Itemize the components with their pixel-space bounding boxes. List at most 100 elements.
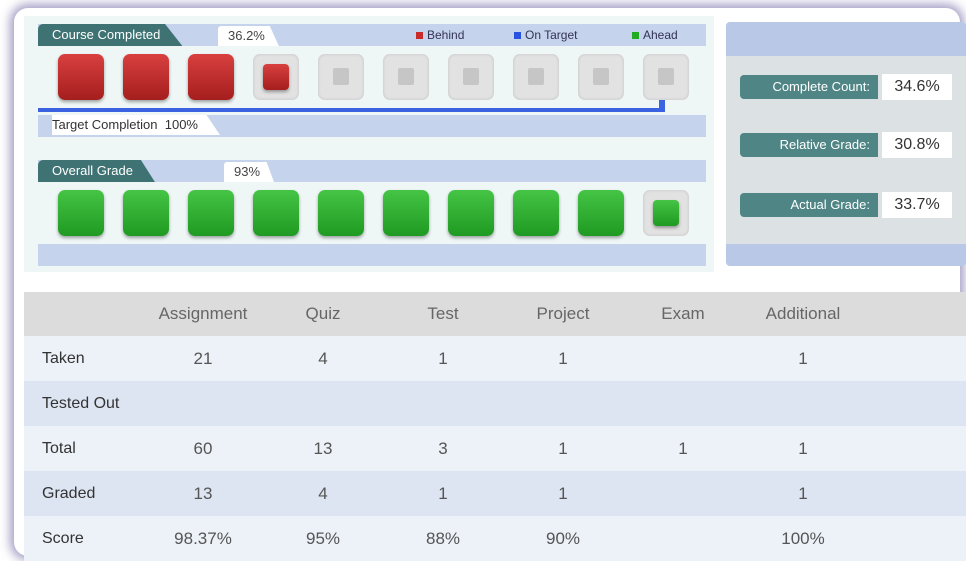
legend-ahead: Ahead [632, 28, 678, 42]
green-progress-block [253, 190, 299, 236]
green-progress-block [318, 190, 364, 236]
green-progress-block [448, 190, 494, 236]
table-cell [623, 381, 743, 426]
metric-relative-grade-value: 30.8% [882, 132, 952, 158]
column-header-assignment: Assignment [143, 292, 263, 336]
table-header-blank [24, 292, 143, 336]
target-completion-bar [38, 108, 663, 112]
legend-ahead-swatch [632, 32, 639, 40]
table-row-taken: Taken 21 4 1 1 1 [24, 336, 966, 381]
metrics-panel-header [726, 22, 966, 56]
table-header-row: Assignment Quiz Test Project Exam Additi… [24, 292, 966, 336]
table-cell: 95% [263, 516, 383, 561]
table-cell: 13 [263, 426, 383, 471]
table-cell [263, 381, 383, 426]
table-cell: 21 [143, 336, 263, 381]
table-cell: 1 [623, 426, 743, 471]
green-progress-block [123, 190, 169, 236]
green-progress-block [58, 190, 104, 236]
overall-grade-percent: 93% [224, 162, 275, 182]
legend-behind: Behind [416, 28, 464, 42]
metric-complete-count-label: Complete Count: [740, 75, 878, 99]
table-cell-spacer [863, 426, 966, 471]
overall-grade-section: Overall Grade 93% [38, 160, 706, 266]
column-header-project: Project [503, 292, 623, 336]
empty-progress-block [448, 54, 494, 100]
legend-on-target-swatch [514, 32, 521, 40]
overall-grade-footer [38, 244, 706, 266]
metric-actual-grade-value: 33.7% [882, 192, 952, 218]
green-partial-fill [653, 200, 679, 226]
partial-progress-block [253, 54, 299, 100]
metric-actual-grade-label: Actual Grade: [740, 193, 878, 217]
table-cell-spacer [863, 381, 966, 426]
table-cell [623, 336, 743, 381]
table-cell: 1 [743, 336, 863, 381]
table-cell-spacer [863, 516, 966, 561]
empty-progress-block [383, 54, 429, 100]
course-completed-percent: 36.2% [218, 26, 279, 46]
red-progress-block [188, 54, 234, 100]
green-progress-block [513, 190, 559, 236]
table-row-total: Total 60 13 3 1 1 1 [24, 426, 966, 471]
metrics-panel-footer [726, 244, 966, 266]
overall-grade-header: Overall Grade 93% [38, 160, 706, 182]
empty-progress-block [513, 54, 559, 100]
metric-actual-grade: Actual Grade: 33.7% [740, 192, 966, 218]
table-cell: 13 [143, 471, 263, 516]
table-cell [743, 381, 863, 426]
table-row-tested-out: Tested Out [24, 381, 966, 426]
empty-progress-block [318, 54, 364, 100]
table-cell: 60 [143, 426, 263, 471]
empty-progress-block [643, 54, 689, 100]
table-cell: 3 [383, 426, 503, 471]
table-cell [623, 471, 743, 516]
course-completed-section: Course Completed 36.2% Behind On Target … [38, 24, 706, 144]
assessment-summary-table: Assignment Quiz Test Project Exam Additi… [24, 292, 966, 561]
row-label: Tested Out [24, 381, 143, 426]
red-progress-block [58, 54, 104, 100]
table-cell: 1 [743, 471, 863, 516]
row-label: Graded [24, 471, 143, 516]
table-cell: 1 [383, 471, 503, 516]
partial-progress-block [643, 190, 689, 236]
course-completed-blocks [38, 50, 706, 112]
row-label: Total [24, 426, 143, 471]
table-cell: 1 [503, 426, 623, 471]
green-progress-block [578, 190, 624, 236]
table-cell: 4 [263, 336, 383, 381]
table-cell: 1 [743, 426, 863, 471]
column-header-quiz: Quiz [263, 292, 383, 336]
target-completion-label: Target Completion 100% [52, 115, 220, 135]
red-partial-fill [263, 64, 289, 90]
target-completion-marker [659, 100, 665, 112]
overall-grade-title: Overall Grade [38, 160, 155, 182]
metric-relative-grade-label: Relative Grade: [740, 133, 878, 157]
metric-relative-grade: Relative Grade: 30.8% [740, 132, 966, 158]
table-cell: 100% [743, 516, 863, 561]
table-cell: 1 [503, 336, 623, 381]
table-cell [623, 516, 743, 561]
row-label: Score [24, 516, 143, 561]
table-row-score: Score 98.37% 95% 88% 90% 100% [24, 516, 966, 561]
metric-complete-count: Complete Count: 34.6% [740, 74, 966, 100]
table-cell: 90% [503, 516, 623, 561]
course-completed-header: Course Completed 36.2% Behind On Target … [38, 24, 706, 46]
target-completion-row: Target Completion 100% [38, 115, 706, 137]
table-cell: 98.37% [143, 516, 263, 561]
overall-grade-blocks [38, 186, 706, 248]
table-cell [143, 381, 263, 426]
table-cell: 88% [383, 516, 503, 561]
legend-on-target: On Target [514, 28, 577, 42]
course-completed-title: Course Completed [38, 24, 183, 46]
row-label: Taken [24, 336, 143, 381]
column-header-test: Test [383, 292, 503, 336]
green-progress-block [383, 190, 429, 236]
table-row-graded: Graded 13 4 1 1 1 [24, 471, 966, 516]
table-cell: 1 [383, 336, 503, 381]
table-cell-spacer [863, 471, 966, 516]
table-cell-spacer [863, 336, 966, 381]
table-cell [503, 381, 623, 426]
table-cell [383, 381, 503, 426]
table-cell: 4 [263, 471, 383, 516]
